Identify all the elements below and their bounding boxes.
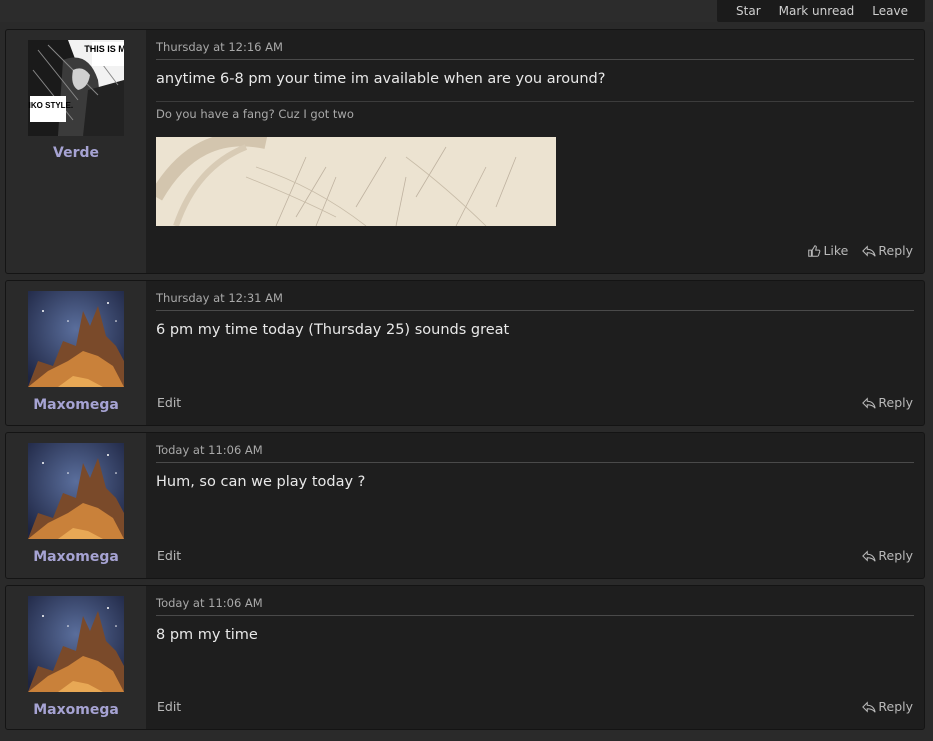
reply-label: Reply: [878, 243, 913, 258]
message-2: Maxomega Thursday at 12:31 AM 6 pm my ti…: [5, 280, 925, 426]
nebula-avatar-image: [28, 443, 124, 539]
avatar-caption-top: THIS IS MY: [84, 44, 124, 54]
avatar[interactable]: [28, 443, 124, 539]
message-actions: Reply: [862, 699, 913, 714]
signature-divider: [156, 101, 914, 102]
message-text: Hum, so can we play today ?: [156, 474, 366, 490]
message-sidebar: Maxomega: [6, 433, 146, 578]
message-actions: Reply: [862, 395, 913, 410]
reply-button[interactable]: Reply: [862, 243, 913, 258]
reply-icon: [862, 244, 877, 257]
message-sidebar: Maxomega: [6, 586, 146, 729]
edit-button[interactable]: Edit: [157, 699, 181, 714]
manga-avatar-image: THIS IS MY NIKO STYLE.: [28, 40, 124, 136]
signature-text: Do you have a fang? Cuz I got two: [156, 107, 354, 121]
like-button[interactable]: Like: [807, 243, 848, 258]
message-text: anytime 6-8 pm your time im available wh…: [156, 71, 606, 87]
reply-button[interactable]: Reply: [862, 548, 913, 563]
message-date[interactable]: Thursday at 12:16 AM: [156, 40, 283, 54]
message-date[interactable]: Thursday at 12:31 AM: [156, 291, 283, 305]
edit-button[interactable]: Edit: [157, 548, 181, 563]
message-content: Today at 11:06 AM Hum, so can we play to…: [156, 433, 914, 578]
divider: [156, 59, 914, 60]
message-sidebar: Maxomega: [6, 281, 146, 425]
signature-image: [156, 137, 556, 226]
avatar[interactable]: [28, 596, 124, 692]
message-sidebar: THIS IS MY NIKO STYLE. Verde: [6, 30, 146, 273]
leave-button[interactable]: Leave: [863, 0, 917, 22]
thumbs-up-icon: [808, 244, 821, 257]
conversation-actions: Star Mark unread Leave: [717, 0, 925, 22]
reply-icon: [862, 549, 877, 562]
reply-label: Reply: [878, 699, 913, 714]
topbar: Star Mark unread Leave: [0, 0, 933, 22]
divider: [156, 310, 914, 311]
message-date[interactable]: Today at 11:06 AM: [156, 596, 263, 610]
edit-button[interactable]: Edit: [157, 395, 181, 410]
message-text: 6 pm my time today (Thursday 25) sounds …: [156, 322, 510, 338]
reply-button[interactable]: Reply: [862, 395, 913, 410]
star-button[interactable]: Star: [727, 0, 770, 22]
reply-icon: [862, 700, 877, 713]
message-text: 8 pm my time: [156, 627, 258, 643]
avatar-caption-bottom: NIKO STYLE.: [28, 101, 73, 110]
reply-icon: [862, 396, 877, 409]
message-date[interactable]: Today at 11:06 AM: [156, 443, 263, 457]
like-label: Like: [823, 243, 849, 258]
reply-label: Reply: [878, 548, 913, 563]
message-4: Maxomega Today at 11:06 AM 8 pm my time …: [5, 585, 925, 730]
message-1: THIS IS MY NIKO STYLE. Verde Thursday at…: [5, 29, 925, 274]
message-actions: Reply: [862, 548, 913, 563]
username[interactable]: Verde: [6, 145, 146, 161]
message-3: Maxomega Today at 11:06 AM Hum, so can w…: [5, 432, 925, 579]
message-actions: Like Reply: [807, 243, 913, 258]
divider: [156, 615, 914, 616]
nebula-avatar-image: [28, 596, 124, 692]
username[interactable]: Maxomega: [6, 702, 146, 718]
avatar[interactable]: THIS IS MY NIKO STYLE.: [28, 40, 124, 136]
message-content: Today at 11:06 AM 8 pm my time Edit Repl…: [156, 586, 914, 729]
mark-unread-button[interactable]: Mark unread: [770, 0, 864, 22]
reply-label: Reply: [878, 395, 913, 410]
reply-button[interactable]: Reply: [862, 699, 913, 714]
username[interactable]: Maxomega: [6, 397, 146, 413]
divider: [156, 462, 914, 463]
avatar[interactable]: [28, 291, 124, 387]
username[interactable]: Maxomega: [6, 549, 146, 565]
message-content: Thursday at 12:31 AM 6 pm my time today …: [156, 281, 914, 425]
nebula-avatar-image: [28, 291, 124, 387]
message-content: Thursday at 12:16 AM anytime 6-8 pm your…: [156, 30, 914, 273]
